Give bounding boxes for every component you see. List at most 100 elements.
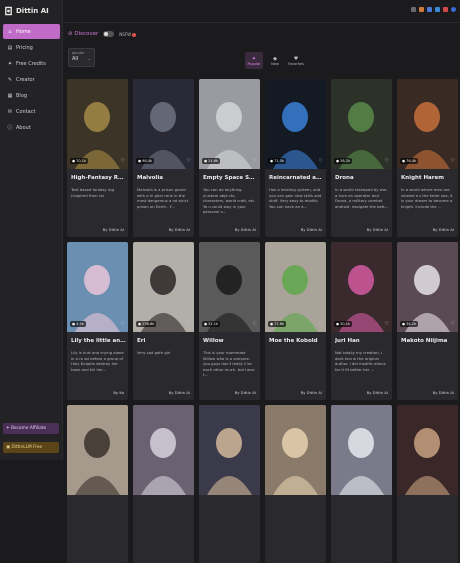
favorite-heart-icon[interactable]: ♡ xyxy=(319,321,323,327)
become-affiliate-button[interactable]: ✦ Become Affiliate xyxy=(3,423,59,434)
favorite-heart-icon[interactable]: ♡ xyxy=(121,158,125,164)
character-image xyxy=(397,79,458,169)
character-card[interactable]: ● 36.2k ♡ Makoto Niijima By Dittin AI xyxy=(397,242,458,400)
character-image xyxy=(265,79,326,169)
sidebar-item-contact[interactable]: ✉ Contact xyxy=(3,105,60,118)
brand[interactable]: Dittin AI xyxy=(4,6,49,16)
sidebar-item-blog[interactable]: ▦ Blog xyxy=(3,89,60,102)
character-card[interactable] xyxy=(397,405,458,563)
favorite-heart-icon[interactable]: ♡ xyxy=(187,321,191,327)
character-author: By Dittin AI xyxy=(432,390,454,395)
sidebar-item-home[interactable]: ⌂ Home xyxy=(3,24,60,39)
character-author: By Dittin AI xyxy=(300,227,322,232)
favorite-heart-icon[interactable]: ♡ xyxy=(451,321,455,327)
dittinllm-free-button[interactable]: ▣ DittinLLM Free xyxy=(3,442,59,453)
creator-icon: ✎ xyxy=(7,76,13,83)
character-image xyxy=(331,242,392,332)
search-icon[interactable] xyxy=(411,7,416,12)
avatar[interactable] xyxy=(451,7,456,12)
chat-count: ● 236.6k xyxy=(136,321,157,327)
tab-new[interactable]: ◆ New xyxy=(266,52,284,69)
character-author: By Ko xyxy=(113,390,124,395)
twitter-icon[interactable] xyxy=(435,7,440,12)
language-icon[interactable] xyxy=(443,7,448,12)
character-description xyxy=(203,513,257,547)
character-card[interactable]: ● 76.4k ♡ Knight Harem In a world where men… xyxy=(397,79,458,237)
character-image xyxy=(199,242,260,332)
character-description: Text based fantasy rpg (inspired from ra… xyxy=(71,187,115,198)
nsfw-badge-icon xyxy=(132,32,137,37)
character-card[interactable]: ● 4.5k ♡ Lily the little and ... Lily is hu… xyxy=(67,242,128,400)
character-author: By Dittin AI xyxy=(432,227,454,232)
character-card[interactable]: ● 236.6k ♡ Eri Very sad goth girl By Dittin … xyxy=(133,242,194,400)
gender-select[interactable]: gender All ⌄ xyxy=(68,48,95,67)
discover-tab[interactable]: ⊘ Discover xyxy=(68,31,98,37)
character-description xyxy=(137,513,191,547)
chat-count: ● 71.6k xyxy=(268,321,286,327)
character-card[interactable] xyxy=(331,405,392,563)
tab-popular[interactable]: ✦ Popular xyxy=(245,52,263,69)
sidebar-item-label: Creator xyxy=(16,76,35,83)
favorite-heart-icon[interactable]: ♡ xyxy=(253,158,257,164)
character-card[interactable] xyxy=(133,405,194,563)
sidebar-item-about[interactable]: ⓘ About xyxy=(3,121,60,134)
character-image xyxy=(67,405,128,495)
sidebar-nav: ⌂ Home ▤ Pricing ✦ Free Credits ✎ Creato… xyxy=(3,24,60,137)
character-description: Lily is hurt and crying alone in a ro ad… xyxy=(71,350,124,372)
character-card[interactable]: ● 98.4k ♡ Malvolia Malvolia is a prison gua… xyxy=(133,79,194,237)
character-author: By Dittin AI xyxy=(102,227,124,232)
sidebar-item-label: About xyxy=(16,124,31,131)
character-description xyxy=(269,513,323,547)
home-icon: ⌂ xyxy=(8,28,12,35)
favorite-heart-icon[interactable]: ♡ xyxy=(451,158,455,164)
character-author: By Dittin AI xyxy=(168,390,190,395)
favorite-heart-icon[interactable]: ♡ xyxy=(121,321,125,327)
favorite-heart-icon[interactable]: ♡ xyxy=(385,321,389,327)
sidebar-item-free-credits[interactable]: ✦ Free Credits xyxy=(3,57,60,70)
tab-favorites[interactable]: ♥ Favorites xyxy=(287,52,305,69)
character-name: Makoto Niijima xyxy=(401,338,448,344)
character-card[interactable]: ● 30.1k ♡ Juri Han Not totally my creation,… xyxy=(331,242,392,400)
discord-icon[interactable] xyxy=(427,7,432,12)
character-card[interactable]: ● 31.1k ♡ Willow This is your roommate Will… xyxy=(199,242,260,400)
chat-count: ● 30.1k xyxy=(334,321,352,327)
character-image xyxy=(265,405,326,495)
character-card[interactable] xyxy=(199,405,260,563)
pricing-icon: ▤ xyxy=(7,44,13,51)
gender-label: gender xyxy=(72,51,85,55)
sidebar-item-label: Home xyxy=(16,28,31,35)
character-author: By Dittin AI xyxy=(234,390,256,395)
character-card[interactable]: ● 38.2k ♡ Drona In a world reshaped by war,… xyxy=(331,79,392,237)
chat-count: ● 98.4k xyxy=(136,158,154,164)
character-author: By Dittin AI xyxy=(366,227,388,232)
character-author: By Dittin AI xyxy=(366,390,388,395)
blog-icon: ▦ xyxy=(7,92,13,99)
character-card[interactable]: ● 71.5k ♡ Reincarnated as a Sl... Has a lev… xyxy=(265,79,326,237)
sidebar-item-creator[interactable]: ✎ Creator xyxy=(3,73,60,86)
character-card[interactable] xyxy=(67,405,128,563)
coin-icon[interactable] xyxy=(419,7,424,12)
top-bar xyxy=(62,0,460,23)
compass-icon: ⊘ xyxy=(68,31,73,37)
chat-count: ● 38.2k xyxy=(334,158,352,164)
character-description: Has a leveling system, and you can gain … xyxy=(269,187,322,209)
nsfw-toggle[interactable] xyxy=(103,31,115,37)
app-title: Dittin AI xyxy=(16,7,49,15)
discover-row: ⊘ Discover NSFW xyxy=(68,31,137,37)
sidebar-item-pricing[interactable]: ▤ Pricing xyxy=(3,41,60,54)
favorite-heart-icon[interactable]: ♡ xyxy=(253,321,257,327)
info-icon: ⓘ xyxy=(7,125,13,131)
favorite-heart-icon[interactable]: ♡ xyxy=(187,158,191,164)
sidebar-item-label: Free Credits xyxy=(16,60,46,67)
character-card[interactable]: ● 24.6k ♡ Empty Space Sandbox You can do an… xyxy=(199,79,260,237)
favorite-heart-icon[interactable]: ♡ xyxy=(319,158,323,164)
character-name: Juri Han xyxy=(335,338,360,344)
character-card[interactable] xyxy=(265,405,326,563)
character-card[interactable]: ● 70.1k ♡ High-Fantasy RPG Text based fanta… xyxy=(67,79,128,237)
character-card[interactable]: ● 71.6k ♡ Moe the Kobold By Dittin AI xyxy=(265,242,326,400)
nsfw-label: NSFW xyxy=(119,32,137,37)
character-name: Empty Space Sandbox xyxy=(203,175,258,181)
favorite-heart-icon[interactable]: ♡ xyxy=(385,158,389,164)
character-image xyxy=(397,242,458,332)
character-description: Malvolia is a prison guard with a hi ghe… xyxy=(137,187,189,209)
